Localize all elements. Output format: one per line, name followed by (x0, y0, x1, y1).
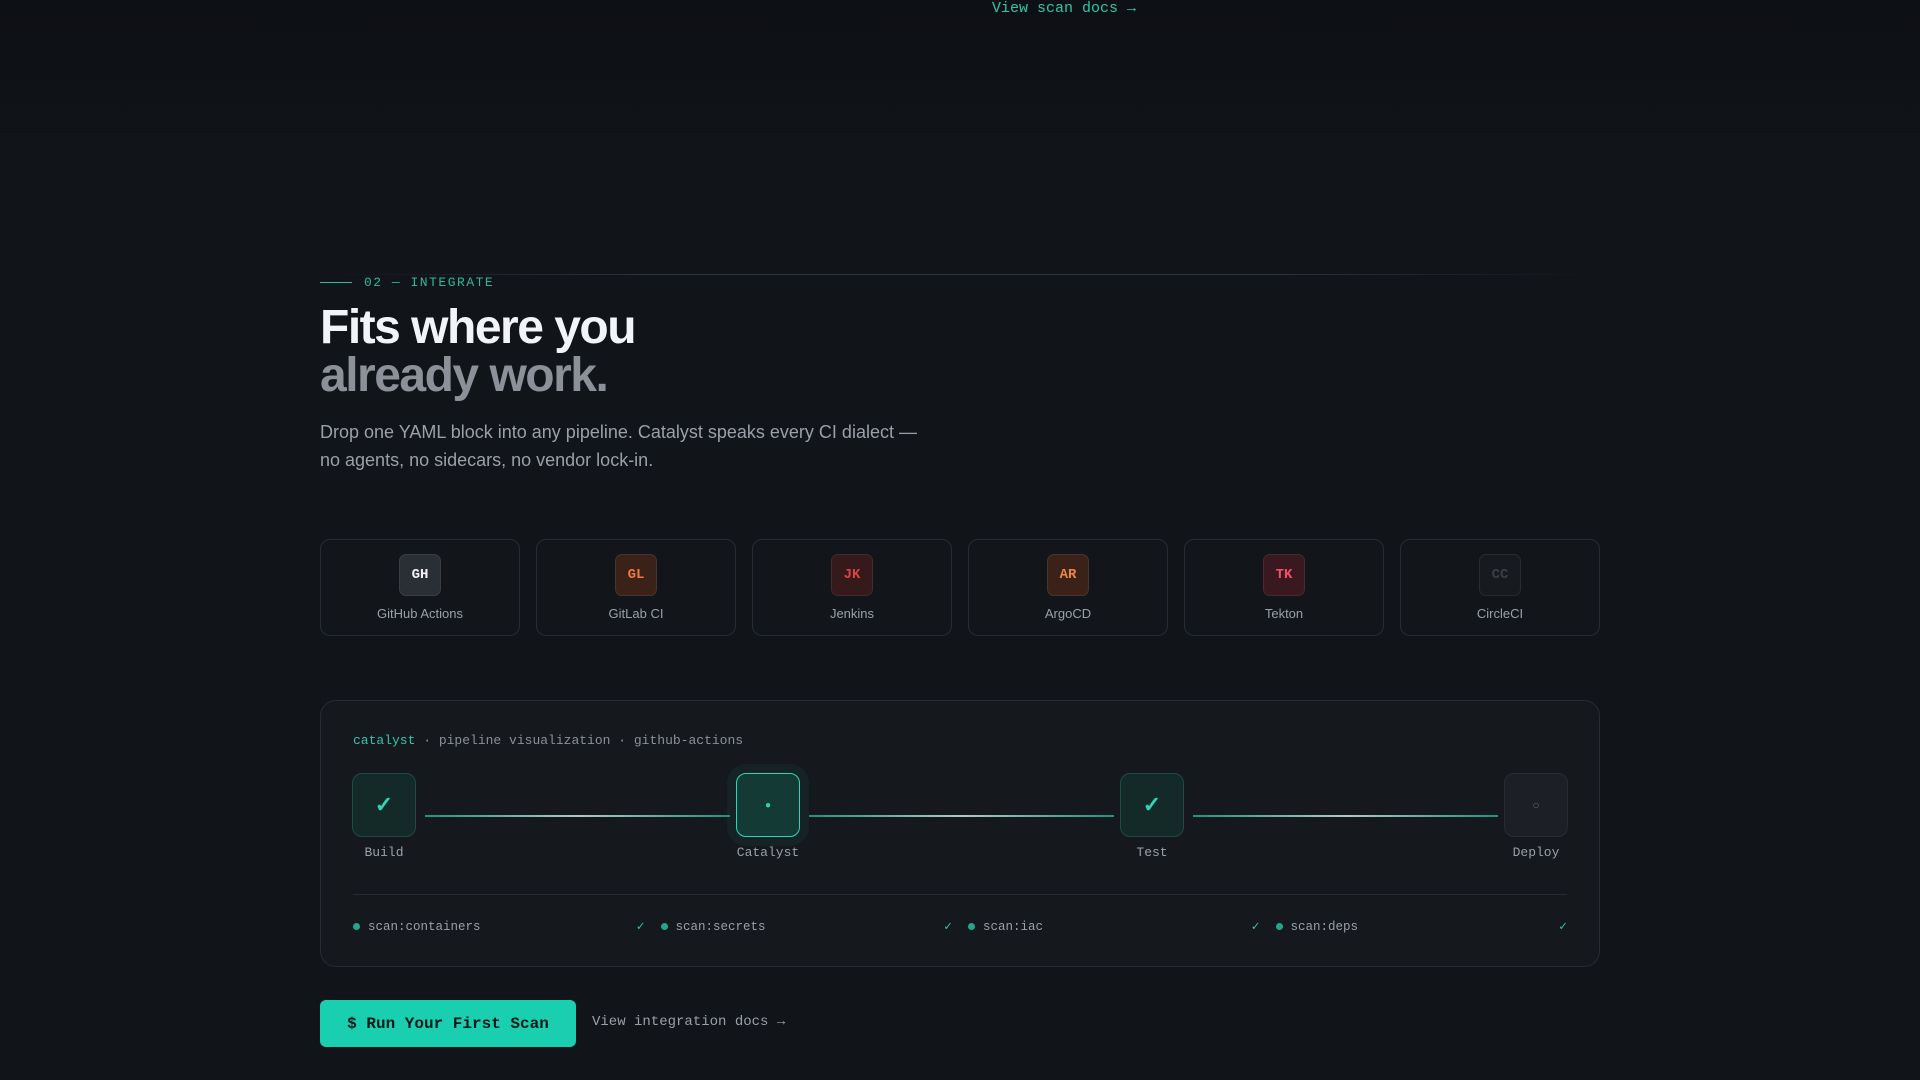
pipeline-connector (809, 815, 1114, 817)
integration-card-argocd[interactable]: AR ArgoCD (968, 539, 1168, 636)
headline-line-1: Fits where you (320, 301, 637, 354)
section-divider (320, 274, 1600, 275)
integration-card-tekton[interactable]: TK Tekton (1184, 539, 1384, 636)
tekton-logo-icon: TK (1263, 554, 1305, 596)
scan-check-item: scan:iac ✓ (968, 919, 1260, 934)
run-first-scan-button[interactable]: $ Run Your First Scan (320, 1000, 576, 1047)
status-dot-icon (1275, 923, 1283, 930)
scan-check-item: scan:secrets ✓ (660, 919, 952, 934)
integration-card-gitlab-ci[interactable]: GL GitLab CI (536, 539, 736, 636)
stage-label: Build (364, 845, 404, 860)
integration-grid: GH GitHub Actions GL GitLab CI JK Jenkin… (320, 539, 1600, 636)
stage-test[interactable]: ✓ Test (1112, 773, 1192, 860)
integration-name: GitHub Actions (377, 606, 463, 621)
headline-line-2: already work. (320, 349, 609, 402)
integration-card-jenkins[interactable]: JK Jenkins (752, 539, 952, 636)
section-headline: Fits where you already work. (320, 301, 637, 402)
check-icon: ✓ (944, 919, 952, 934)
pipeline-brand: catalyst (353, 733, 416, 748)
scan-check-label: scan:containers (368, 919, 481, 934)
argocd-logo-icon: AR (1047, 554, 1089, 596)
section-eyebrow: 02 — INTEGRATE (320, 275, 494, 290)
pipeline-connector (425, 815, 730, 817)
stage-label: Catalyst (736, 845, 800, 860)
scan-checks: scan:containers ✓ scan:secrets ✓ scan:ia… (353, 919, 1567, 934)
section-description: Drop one YAML block into any pipeline. C… (320, 422, 917, 470)
scan-check-label: scan:iac (983, 919, 1044, 934)
gitlab-ci-logo-icon: GL (615, 554, 657, 596)
eyebrow-line (320, 282, 352, 283)
stage-label: Test (1136, 845, 1168, 860)
integration-name: ArgoCD (1044, 606, 1092, 621)
circleci-logo-icon: CC (1479, 554, 1521, 596)
pipeline-header: catalyst · pipeline visualization · gith… (353, 733, 743, 748)
integration-name: CircleCI (1476, 606, 1524, 621)
pipeline-context: · pipeline visualization · github-action… (415, 733, 744, 748)
scan-check-label: scan:deps (1290, 919, 1359, 934)
view-scan-docs-link[interactable]: View scan docs → (992, 0, 1136, 17)
eyebrow-label: 02 — INTEGRATE (364, 275, 495, 290)
check-icon: ✓ (1559, 919, 1567, 934)
integration-card-github-actions[interactable]: GH GitHub Actions (320, 539, 520, 636)
check-icon: ✓ (636, 919, 645, 934)
previous-section-band (0, 0, 1920, 140)
scan-check-item: scan:deps ✓ (1275, 919, 1567, 934)
view-integration-docs-link[interactable]: View integration docs → (592, 1014, 785, 1030)
pipeline-visualization-panel: catalyst · pipeline visualization · gith… (320, 700, 1600, 967)
jenkins-logo-icon: JK (831, 554, 873, 596)
stage-label: Deploy (1512, 845, 1560, 860)
integration-name: Jenkins (829, 606, 875, 621)
status-dot-icon (353, 923, 360, 930)
check-icon: ✓ (1251, 919, 1260, 934)
integration-card-circleci[interactable]: CC CircleCI (1400, 539, 1600, 636)
pipeline-connector (1193, 815, 1498, 817)
status-dot-icon (660, 923, 668, 930)
github-actions-logo-icon: GH (399, 554, 441, 596)
stage-deploy[interactable]: ○ Deploy (1496, 773, 1576, 860)
integration-name: Tekton (1264, 606, 1304, 621)
scan-check-label: scan:secrets (675, 919, 766, 934)
check-icon: ✓ (352, 773, 416, 837)
scan-check-item: scan:containers ✓ (353, 919, 645, 934)
stage-catalyst[interactable]: ● Catalyst (728, 773, 808, 860)
stage-build[interactable]: ✓ Build (344, 773, 424, 860)
running-dot-icon: ● (736, 773, 800, 837)
pending-circle-icon: ○ (1504, 773, 1568, 837)
status-dot-icon (968, 923, 975, 930)
pipeline-divider (353, 894, 1567, 895)
check-icon: ✓ (1120, 773, 1184, 837)
integration-name: GitLab CI (608, 606, 664, 621)
